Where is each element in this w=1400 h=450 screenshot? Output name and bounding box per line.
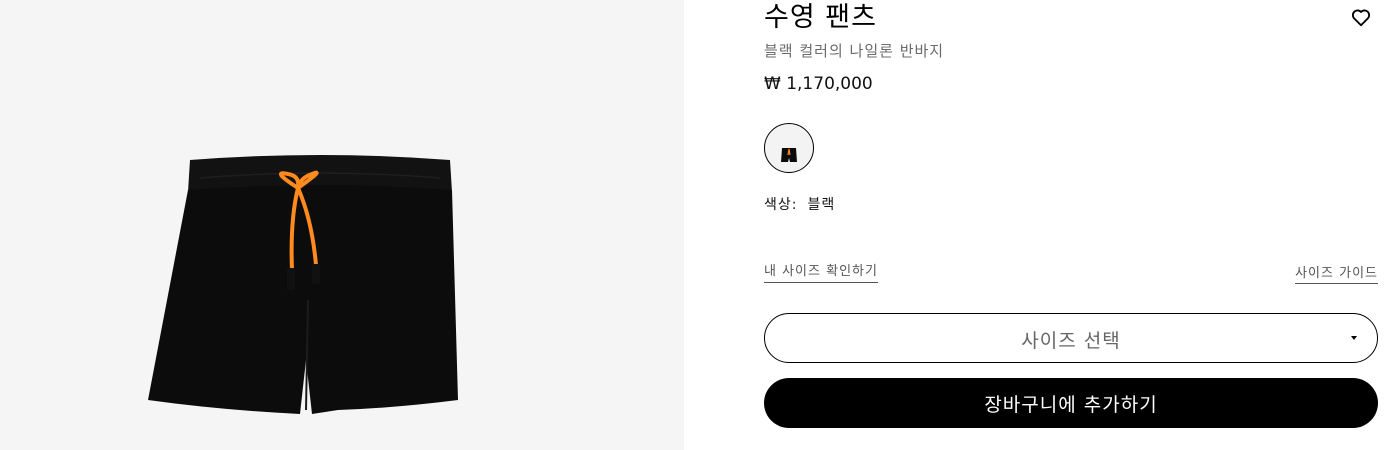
product-image-panel — [0, 0, 684, 450]
color-info: 색상: 블랙 — [764, 194, 835, 214]
size-select-label: 사이즈 선택 — [1021, 330, 1121, 352]
color-label: 색상: — [764, 197, 798, 213]
add-to-cart-label: 장바구니에 추가하기 — [984, 394, 1158, 416]
color-swatch-black[interactable] — [764, 123, 814, 173]
size-select[interactable]: 사이즈 선택 — [764, 313, 1378, 363]
color-value: 블랙 — [807, 197, 836, 213]
product-title: 수영 팬츠 — [764, 2, 877, 33]
product-image — [148, 155, 458, 414]
product-subtitle: 블랙 컬러의 나일론 반바지 — [764, 42, 945, 60]
add-to-cart-button[interactable]: 장바구니에 추가하기 — [764, 378, 1378, 428]
size-guide-link[interactable]: 사이즈 가이드 — [1295, 262, 1378, 284]
heart-icon[interactable] — [1350, 6, 1372, 28]
product-info: 수영 팬츠 블랙 컬러의 나일론 반바지 ₩ 1,170,000 색상: 블랙 내… — [764, 0, 1378, 450]
caret-down-icon — [1351, 336, 1357, 340]
product-price: ₩ 1,170,000 — [764, 74, 873, 94]
check-my-size-link[interactable]: 내 사이즈 확인하기 — [764, 260, 878, 283]
